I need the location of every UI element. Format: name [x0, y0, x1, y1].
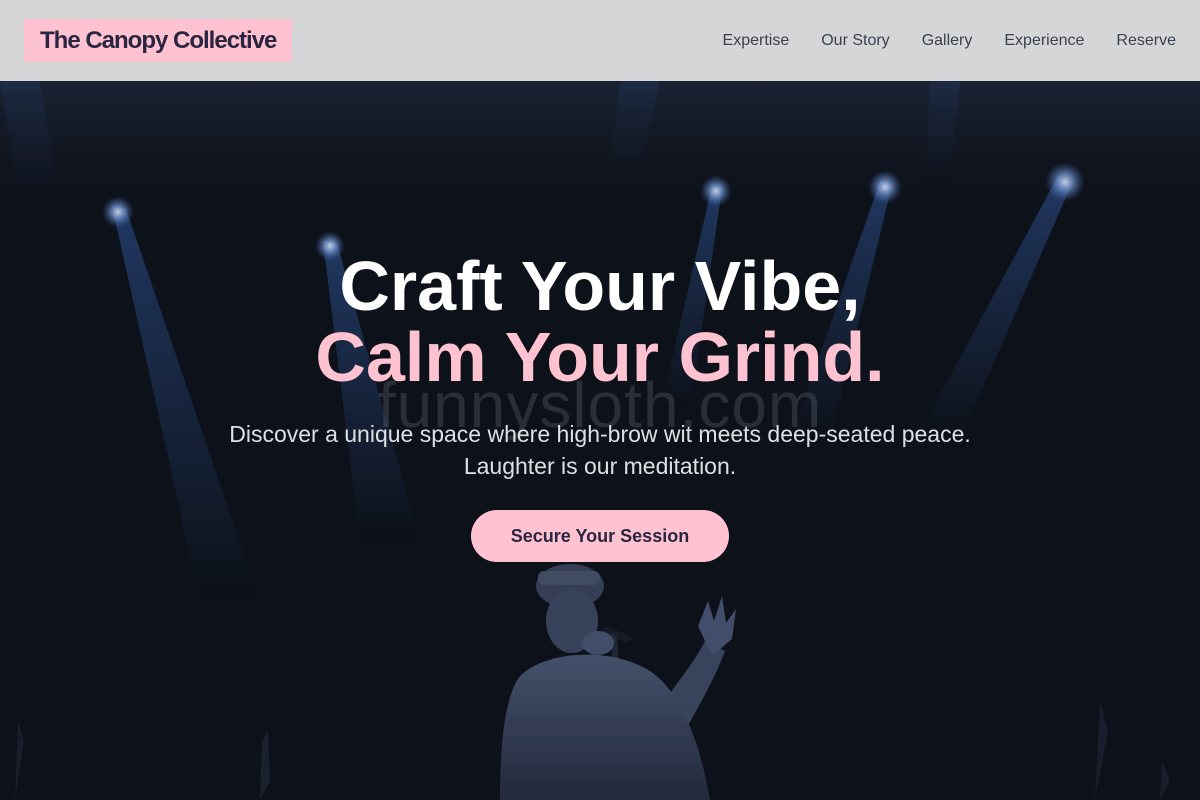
nav-link-expertise[interactable]: Expertise: [691, 31, 790, 51]
hero-content: Craft Your Vibe, Calm Your Grind. funnys…: [0, 81, 1200, 800]
nav-link-reserve[interactable]: Reserve: [1084, 31, 1176, 51]
nav-link-gallery[interactable]: Gallery: [890, 31, 973, 51]
brand-logo-link[interactable]: The Canopy Collective: [24, 19, 293, 62]
hero-subtext-line1: Discover a unique space where high-brow …: [229, 421, 971, 447]
site-header: The Canopy Collective Expertise Our Stor…: [0, 0, 1200, 81]
nav-link-experience[interactable]: Experience: [972, 31, 1084, 51]
nav-link-our-story[interactable]: Our Story: [789, 31, 889, 51]
main-nav: Expertise Our Story Gallery Experience R…: [691, 31, 1176, 51]
hero-subtext-line2: Laughter is our meditation.: [463, 453, 737, 479]
secure-session-button[interactable]: Secure Your Session: [471, 510, 729, 562]
hero-headline-line1: Craft Your Vibe,: [339, 247, 861, 325]
hero-section: Craft Your Vibe, Calm Your Grind. funnys…: [0, 81, 1200, 800]
